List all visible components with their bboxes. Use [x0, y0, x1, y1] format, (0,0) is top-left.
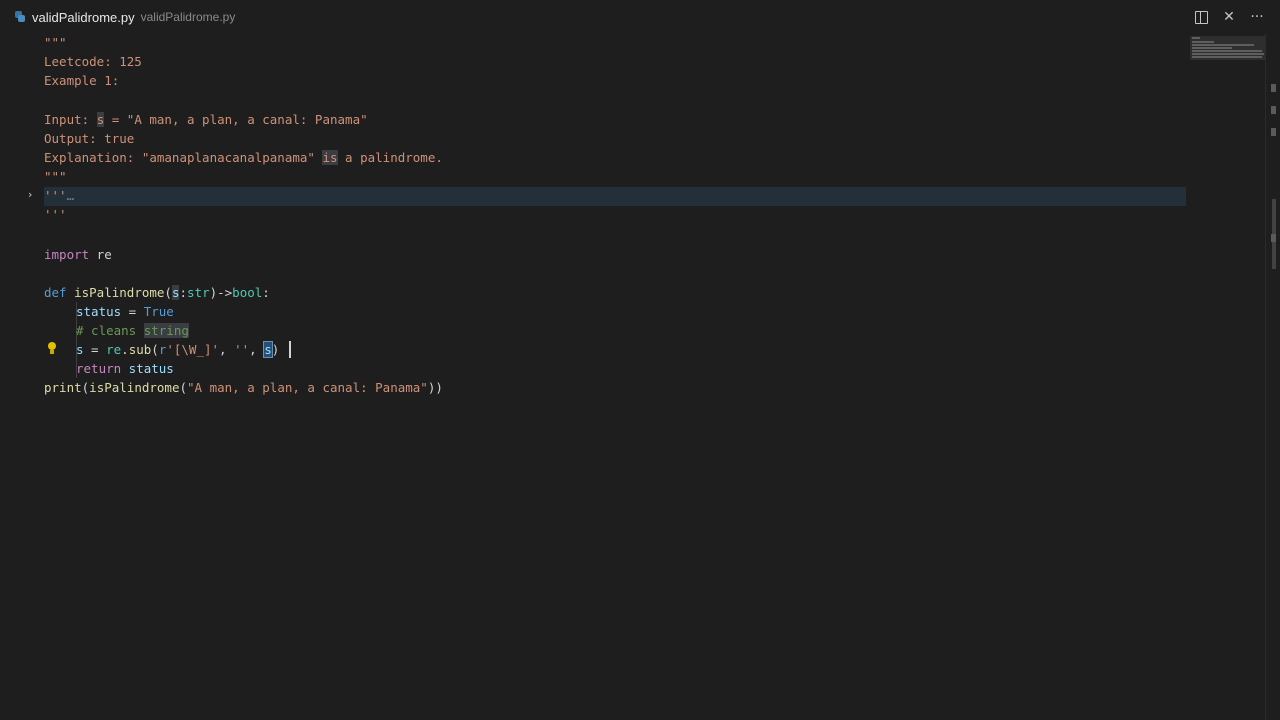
code-area[interactable]: """ Leetcode: 125 Example 1: Input: s = …	[44, 34, 1265, 720]
code-line-3: Example 1:	[44, 71, 119, 90]
empty-string: ''	[234, 342, 250, 357]
code-line-7: Explanation: "amanaplanacanalpanama" is …	[44, 148, 443, 167]
type-annotation: str	[187, 285, 210, 300]
fold-ellipsis[interactable]: …	[67, 188, 75, 203]
minimap-line	[1192, 37, 1200, 39]
editor-window: validPalidrome.py validPalidrome.py ✕ ··…	[0, 0, 1280, 720]
punctuation: ,	[219, 342, 235, 357]
code-line-15: status = True	[76, 302, 174, 321]
string-close: '''	[44, 207, 67, 222]
folded-string: '''	[44, 188, 67, 203]
minimap-line	[1192, 50, 1262, 52]
module-name: re	[106, 342, 122, 357]
vertical-scrollbar[interactable]	[1265, 34, 1280, 720]
docstring-close: """	[44, 169, 67, 184]
scrollbar-marker	[1271, 234, 1276, 242]
minimap-line	[1192, 56, 1262, 58]
function-call: isPalindrome	[89, 380, 180, 395]
minimap[interactable]	[1190, 34, 1265, 720]
editor-actions: ✕ ···	[1192, 8, 1266, 26]
more-actions-button[interactable]: ···	[1248, 8, 1266, 26]
docstring-text: Input:	[44, 112, 97, 127]
code-line-1: """	[44, 33, 67, 52]
module-name: re	[89, 247, 112, 262]
close-icon: ✕	[1223, 9, 1235, 25]
scrollbar-marker	[1271, 106, 1276, 114]
code-line-9-folded[interactable]: '''…	[44, 186, 74, 205]
code-line-19: print(isPalindrome("A man, a plan, a can…	[44, 378, 443, 397]
code-line-2: Leetcode: 125	[44, 52, 142, 71]
minimap-line	[1192, 47, 1232, 49]
punctuation: ,	[249, 342, 265, 357]
docstring-text: = "A man, a plan, a canal: Panama"	[104, 112, 368, 127]
python-file-icon	[14, 11, 26, 23]
code-line-14: def isPalindrome(s:str)->bool:	[44, 283, 270, 302]
punctuation: )->	[209, 285, 233, 300]
punctuation: (	[164, 285, 172, 300]
fold-chevron-icon[interactable]: ›	[28, 189, 38, 200]
variable: s	[76, 342, 84, 357]
tab-bar: validPalidrome.py validPalidrome.py ✕ ··…	[0, 0, 1280, 34]
tab-description: validPalidrome.py	[140, 10, 236, 24]
punctuation: )	[271, 342, 280, 357]
code-line-6: Output: true	[44, 129, 134, 148]
docstring-open: """	[44, 35, 67, 50]
docstring-text: Leetcode: 125	[44, 54, 142, 69]
code-line-12: import re	[44, 245, 112, 264]
variable: status	[121, 361, 174, 376]
punctuation: :	[262, 285, 270, 300]
operator: =	[83, 342, 107, 357]
ellipsis-icon: ···	[1250, 9, 1264, 25]
scrollbar-marker	[1271, 128, 1276, 136]
code-line-10: '''	[44, 205, 67, 224]
tab-title: validPalidrome.py	[32, 9, 135, 25]
docstring-text: a palindrome.	[337, 150, 443, 165]
docstring-text: Output: true	[44, 131, 135, 146]
operator: =	[121, 304, 144, 319]
keyword-def: def	[44, 285, 67, 300]
punctuation: :	[179, 285, 188, 300]
regex-string: '[\W_]'	[166, 342, 220, 357]
function-call: sub	[128, 342, 152, 357]
docstring-text: Example 1:	[44, 73, 120, 88]
text-cursor	[289, 341, 291, 358]
comment: # cleans	[76, 323, 144, 338]
word-highlight: is	[322, 150, 338, 165]
return-type: bool	[232, 285, 263, 300]
word-highlight: string	[143, 323, 189, 338]
minimap-line	[1192, 41, 1214, 43]
code-editor[interactable]: › """ Leetcode: 125 Example 1: Input: s …	[0, 34, 1265, 720]
string-literal: "A man, a plan, a canal: Panama"	[187, 380, 428, 395]
keyword-return: return	[76, 361, 122, 376]
scrollbar-marker	[1271, 84, 1276, 92]
code-line-16: # cleans string	[76, 321, 189, 340]
close-editor-button[interactable]: ✕	[1220, 8, 1238, 26]
function-call: print	[44, 380, 82, 395]
punctuation: (	[151, 342, 159, 357]
keyword-import: import	[44, 247, 90, 262]
boolean-literal: True	[143, 304, 174, 319]
selected-argument[interactable]: s	[263, 341, 273, 358]
docstring-text: Explanation: "amanaplanacanalpanama"	[44, 150, 323, 165]
punctuation: .	[121, 342, 129, 357]
split-editor-icon	[1194, 10, 1208, 24]
variable: status	[76, 304, 122, 319]
punctuation: ))	[427, 380, 443, 395]
code-line-18: return status	[76, 359, 174, 378]
minimap-line	[1192, 44, 1254, 46]
tab-valid-palidrome[interactable]: validPalidrome.py validPalidrome.py	[14, 6, 235, 28]
minimap-line	[1192, 53, 1264, 55]
code-line-8: """	[44, 167, 67, 186]
punctuation: (	[179, 380, 188, 395]
code-line-17: s = re.sub(r'[\W_]', '', s)	[76, 340, 279, 359]
split-editor-button[interactable]	[1192, 8, 1210, 26]
code-line-5: Input: s = "A man, a plan, a canal: Pana…	[44, 110, 368, 129]
function-name: isPalindrome	[74, 285, 165, 300]
